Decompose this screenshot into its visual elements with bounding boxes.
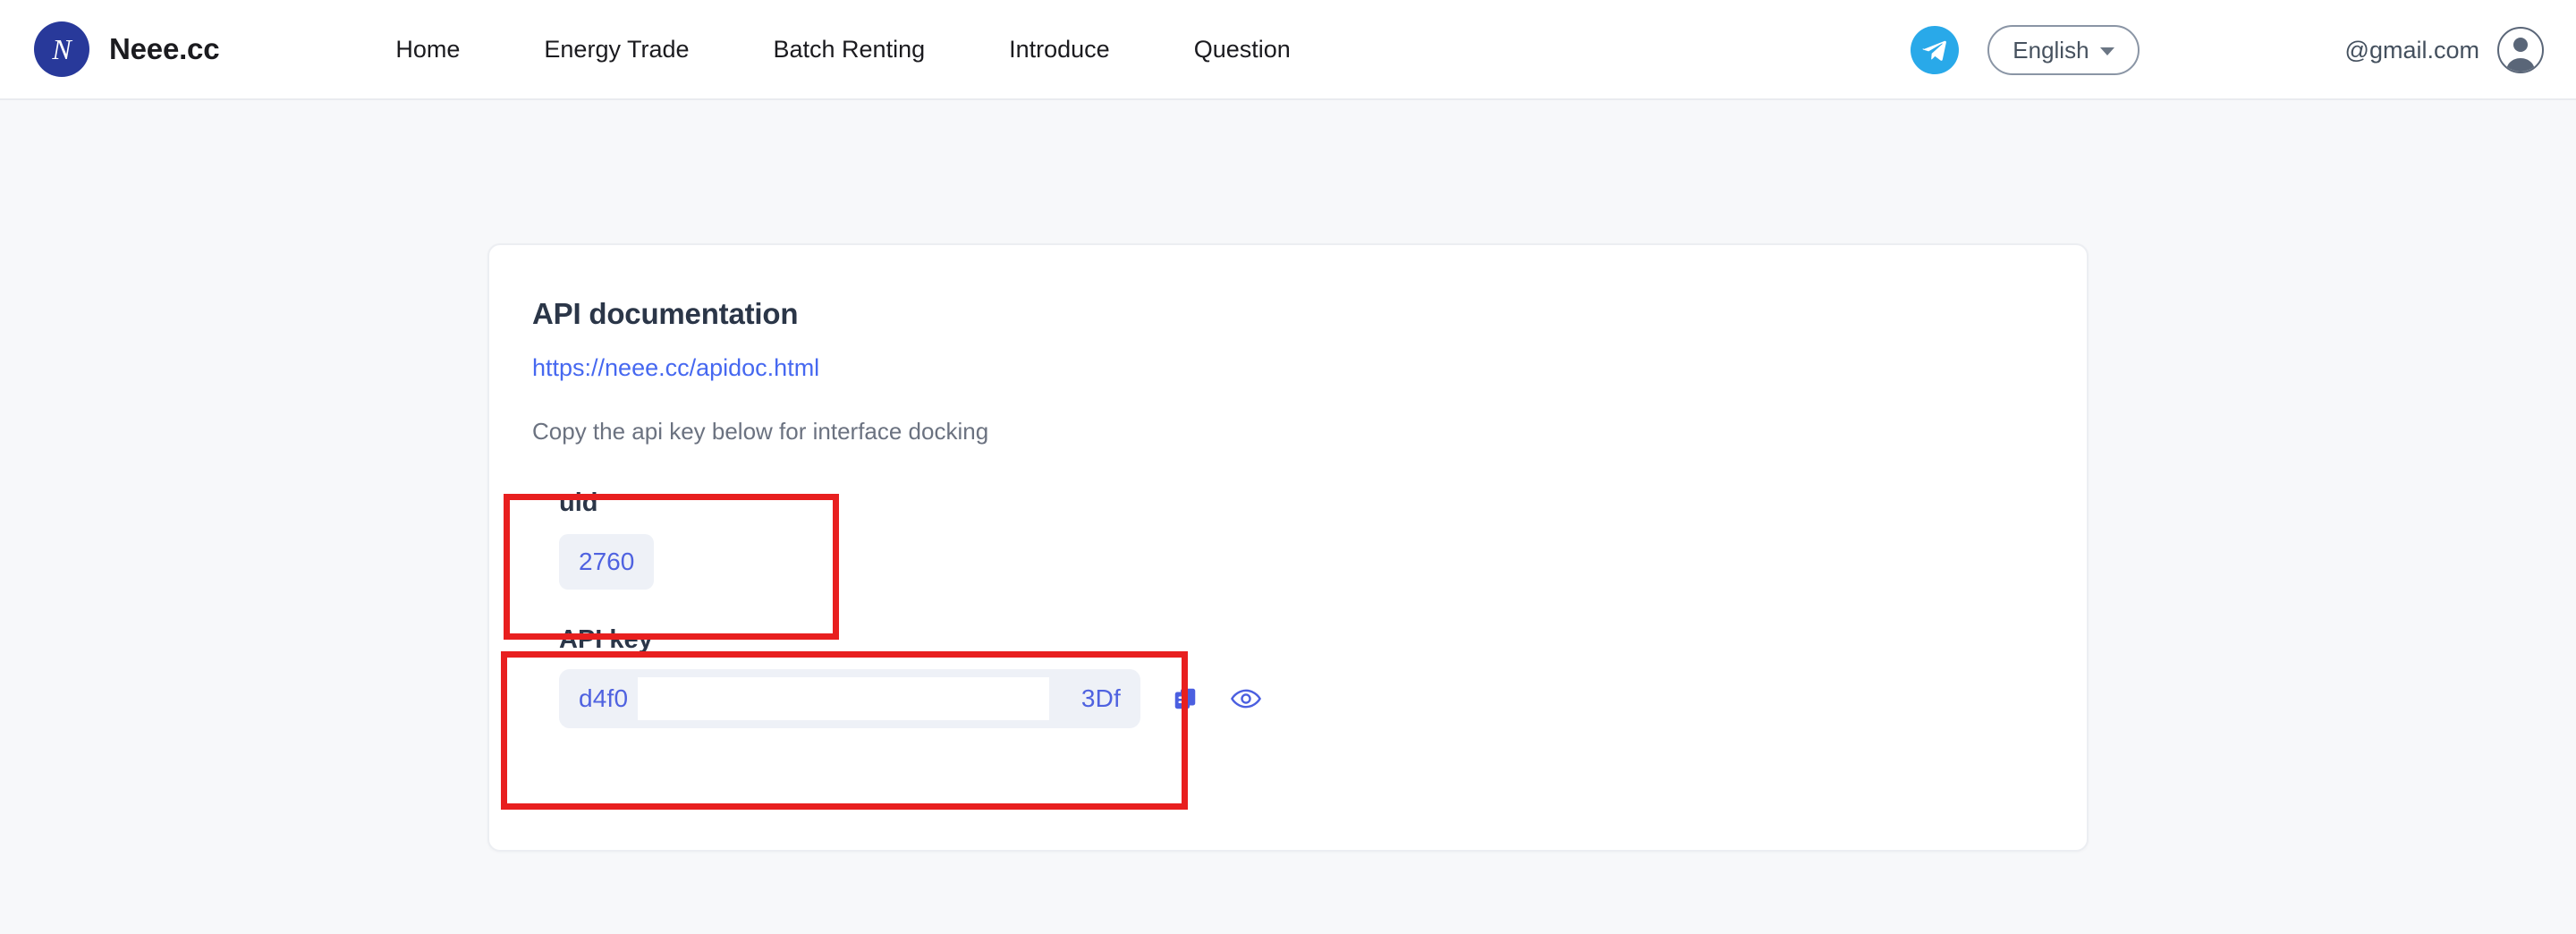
uid-value-pill[interactable]: 2760 — [559, 534, 655, 590]
nav-item-introduce[interactable]: Introduce — [967, 36, 1152, 64]
api-key-redaction-overlay — [638, 677, 1049, 720]
api-key-label: API key — [559, 625, 653, 654]
uid-label: uid — [559, 488, 598, 517]
chevron-down-icon — [2099, 47, 2114, 55]
api-documentation-card: API documentation https://neee.cc/apidoc… — [487, 243, 2089, 852]
uid-field-group: uid 2760 — [559, 488, 2033, 590]
brand-logo-link[interactable]: N Neee.cc — [34, 21, 220, 77]
brand-name: Neee.cc — [109, 32, 220, 65]
telegram-icon[interactable] — [1911, 26, 1960, 74]
user-avatar-icon[interactable] — [2497, 27, 2544, 73]
page-title: API documentation — [532, 297, 799, 330]
language-selector[interactable]: English — [1987, 25, 2140, 75]
svg-text:N: N — [51, 33, 72, 65]
uid-value: 2760 — [579, 548, 635, 575]
eye-icon[interactable] — [1230, 683, 1262, 715]
copy-icon[interactable] — [1169, 683, 1201, 715]
main-content: API documentation https://neee.cc/apidoc… — [0, 100, 2576, 934]
nav-item-energy-trade[interactable]: Energy Trade — [502, 36, 731, 64]
user-email: @gmail.com — [2344, 36, 2479, 64]
api-doc-link[interactable]: https://neee.cc/apidoc.html — [532, 354, 819, 382]
user-account[interactable]: @gmail.com — [2345, 27, 2544, 73]
nav-item-question[interactable]: Question — [1152, 36, 1333, 64]
api-key-row: d4f0 3Df — [559, 669, 2033, 728]
api-key-field-group: API key d4f0 3Df — [559, 625, 2033, 728]
api-key-value-prefix: d4f0 — [579, 684, 629, 712]
language-label: English — [2012, 36, 2089, 64]
nav-item-batch-renting[interactable]: Batch Renting — [732, 36, 968, 64]
nav-item-home[interactable]: Home — [353, 36, 502, 64]
letter-n-logo-icon: N — [34, 21, 89, 77]
header-right-cluster: English @gmail.com — [1911, 0, 2544, 100]
site-header: N Neee.cc Home Energy Trade Batch Rentin… — [0, 0, 2576, 100]
api-key-value-pill[interactable]: d4f0 3Df — [559, 669, 1140, 728]
api-key-value-suffix: 3Df — [1080, 684, 1121, 712]
main-nav: Home Energy Trade Batch Renting Introduc… — [353, 36, 1332, 64]
copy-hint-text: Copy the api key below for interface doc… — [532, 418, 989, 445]
